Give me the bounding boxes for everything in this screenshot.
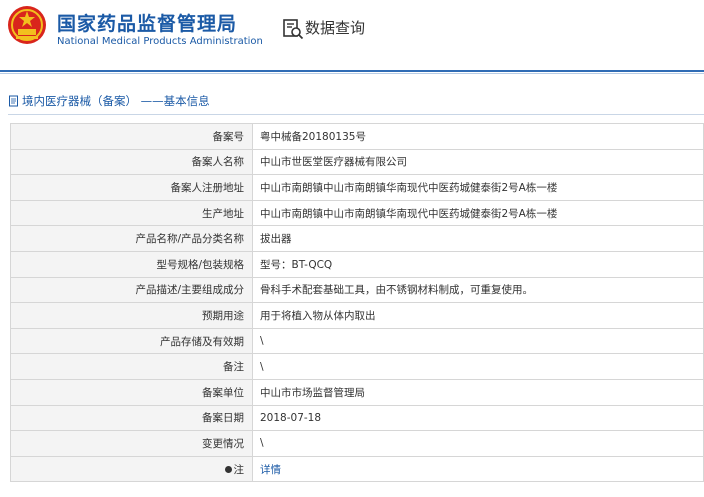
field-label: 产品名称/产品分类名称 [10,225,253,252]
field-value: \ [252,327,704,355]
field-label: 备案日期 [10,404,253,432]
breadcrumb: 境内医疗器械（备案） ——基本信息 [8,92,210,110]
field-label: 注 [233,463,245,476]
field-value: 中山市南朗镇中山市南朗镇华南现代中医药城健泰街2号A栋一楼 [252,174,704,201]
field-label: 变更情况 [10,430,253,457]
table-row: 产品名称/产品分类名称 拔出器 [10,225,704,252]
field-value: 2018-07-18 [252,404,704,432]
table-row: 备案日期 2018-07-18 [10,404,704,432]
agency-name-cn: 国家药品监督管理局 [57,13,238,35]
table-row: 产品存储及有效期 \ [10,327,704,355]
field-value: 拔出器 [252,225,704,252]
details-link[interactable]: 详情 [260,464,281,476]
field-label: 产品描述/主要组成成分 [10,276,253,304]
field-label: 备案人名称 [10,148,253,176]
field-label: 备注 [10,353,253,380]
data-query-link[interactable]: 数据查询 [305,17,365,38]
table-row: 备案单位 中山市市场监督管理局 [10,378,704,406]
breadcrumb-divider [8,114,704,115]
field-value: 型号：BT-QCQ [252,250,704,278]
field-label: 备案号 [10,123,253,150]
table-row: 注 详情 [10,455,704,483]
field-label: 型号规格/包装规格 [10,250,253,278]
field-label: 预期用途 [10,302,253,329]
table-row: 备案人注册地址 中山市南朗镇中山市南朗镇华南现代中医药城健泰街2号A栋一楼 [10,174,704,201]
note-bullet-icon [224,466,232,474]
field-value: \ [252,353,704,380]
table-row: 预期用途 用于将植入物从体内取出 [10,302,704,329]
field-label: 备案人注册地址 [10,174,253,201]
record-info-table: 备案号 粤中械备20180135号 备案人名称 中山市世医堂医疗器械有限公司 备… [10,123,704,483]
field-value: 骨科手术配套基础工具，由不锈钢材料制成，可重复使用。 [252,276,704,304]
field-value: 详情 [252,455,704,483]
field-value: 中山市南朗镇中山市南朗镇华南现代中医药城健泰街2号A栋一楼 [252,199,704,227]
field-label: 备案单位 [10,378,253,406]
field-value: 中山市市场监督管理局 [252,378,704,406]
data-query-icon [283,19,304,40]
header-divider [0,70,704,72]
table-row: 备案人名称 中山市世医堂医疗器械有限公司 [10,148,704,176]
header-divider-secondary [0,73,704,74]
agency-name-en: National Medical Products Administration [57,36,263,47]
field-label: 产品存储及有效期 [10,327,253,355]
table-row: 型号规格/包装规格 型号：BT-QCQ [10,250,704,278]
table-row: 产品描述/主要组成成分 骨科手术配套基础工具，由不锈钢材料制成，可重复使用。 [10,276,704,304]
field-value: 用于将植入物从体内取出 [252,302,704,329]
table-row: 备注 \ [10,353,704,380]
field-label: 生产地址 [10,199,253,227]
field-value: 中山市世医堂医疗器械有限公司 [252,148,704,176]
table-row: 变更情况 \ [10,430,704,457]
table-row: 生产地址 中山市南朗镇中山市南朗镇华南现代中医药城健泰街2号A栋一楼 [10,199,704,227]
breadcrumb-text: 境内医疗器械（备案） ——基本信息 [22,94,210,108]
table-row: 备案号 粤中械备20180135号 [10,123,704,150]
field-value: 粤中械备20180135号 [252,123,704,150]
field-value: \ [252,430,704,457]
national-emblem-icon [8,6,46,44]
site-header: 国家药品监督管理局 National Medical Products Admi… [0,0,704,70]
document-icon [9,95,18,107]
note-label-cell: 注 [10,455,253,483]
